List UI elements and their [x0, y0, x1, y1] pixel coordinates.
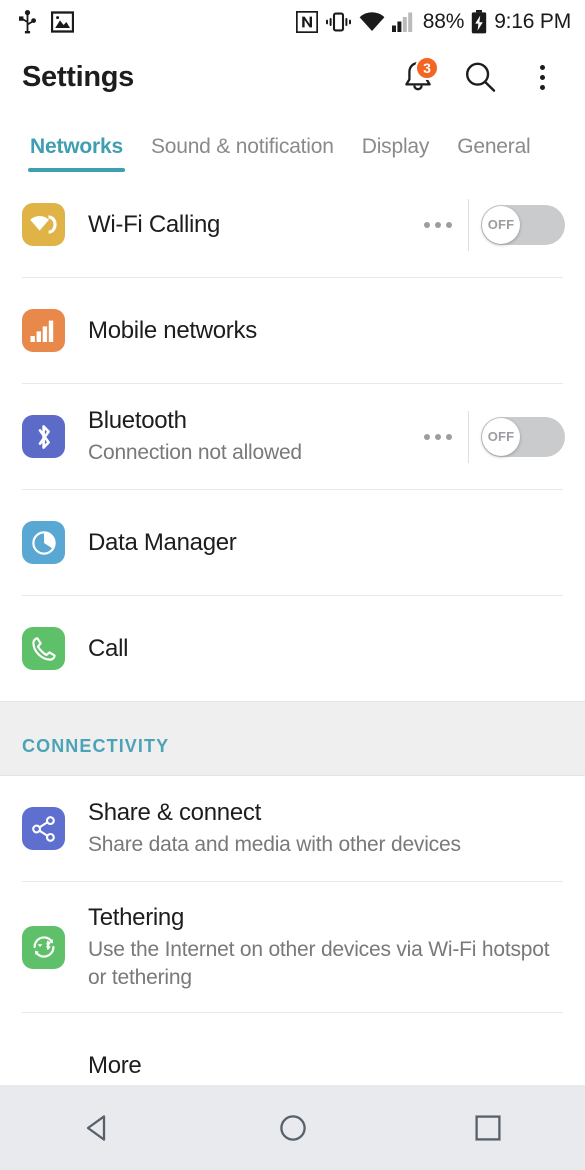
phone-screen: 88% 9:16 PM Settings 3 Networks Sound & …: [0, 0, 585, 1170]
toggle-knob: OFF: [482, 205, 520, 244]
notification-badge: 3: [415, 56, 439, 80]
bluetooth-icon: [22, 415, 65, 458]
battery-percent: 88%: [422, 10, 465, 33]
list-item-wifi-calling[interactable]: Wi-Fi Calling OFF: [0, 172, 585, 277]
notifications-button[interactable]: 3: [391, 50, 445, 104]
tab-sound-notification[interactable]: Sound & notification: [137, 135, 348, 172]
row-divider: [468, 198, 469, 251]
tab-label: Display: [361, 135, 430, 158]
list-item-text: Data Manager: [88, 528, 571, 558]
tab-display[interactable]: Display: [348, 135, 443, 172]
list-item-text: Tethering Use the Internet on other devi…: [88, 903, 571, 991]
list-item-title: Mobile networks: [88, 316, 257, 344]
toggle-knob: OFF: [482, 417, 520, 456]
share-connect-icon: [22, 807, 65, 850]
back-button[interactable]: [43, 1085, 153, 1170]
search-icon: [466, 62, 496, 92]
bluetooth-toggle[interactable]: OFF: [481, 416, 565, 457]
search-button[interactable]: [453, 50, 507, 104]
back-triangle-icon: [86, 1114, 105, 1141]
list-item-controls: OFF: [408, 198, 571, 251]
wifi-calling-toggle[interactable]: OFF: [481, 204, 565, 245]
status-bar-right: 88% 9:16 PM: [295, 10, 571, 34]
tab-label: Sound & notification: [150, 135, 334, 158]
list-item-text: Bluetooth Connection not allowed: [88, 406, 408, 466]
list-item-call[interactable]: Call: [0, 596, 585, 701]
tab-label: Networks: [30, 135, 123, 158]
tab-label: General: [457, 135, 531, 158]
list-item-text: Share & connect Share data and media wit…: [88, 798, 571, 858]
list-item-data-manager[interactable]: Data Manager: [0, 490, 585, 595]
settings-list: Wi-Fi Calling OFF Mobile networks Blueto…: [0, 172, 585, 701]
connectivity-list: Share & connect Share data and media wit…: [0, 776, 585, 1118]
list-item-controls: OFF: [408, 410, 571, 463]
recents-square-icon: [474, 1114, 501, 1141]
list-item-text: More: [88, 1051, 571, 1081]
list-item-title: Call: [88, 634, 129, 662]
page-title: Settings: [22, 60, 134, 93]
home-circle-icon: [279, 1114, 306, 1141]
list-item-title: Wi-Fi Calling: [88, 210, 221, 238]
overflow-menu-button[interactable]: [515, 50, 569, 104]
list-item-title: Share & connect: [88, 799, 261, 827]
row-overflow-menu-icon[interactable]: [408, 221, 468, 228]
section-label: CONNECTIVITY: [22, 736, 170, 756]
list-item-title: Tethering: [88, 904, 185, 932]
list-item-share-connect[interactable]: Share & connect Share data and media wit…: [0, 776, 585, 881]
list-item-text: Call: [88, 634, 571, 664]
list-item-subtitle: Use the Internet on other devices via Wi…: [88, 938, 550, 989]
list-item-bluetooth[interactable]: Bluetooth Connection not allowed OFF: [0, 384, 585, 489]
header-actions: 3: [391, 50, 569, 104]
list-item-title: More: [88, 1051, 142, 1079]
usb-icon: [18, 10, 37, 34]
section-header-connectivity: CONNECTIVITY: [0, 701, 585, 776]
list-item-mobile-networks[interactable]: Mobile networks: [0, 278, 585, 383]
status-bar-left: [18, 10, 74, 34]
list-item-subtitle: Share data and media with other devices: [88, 833, 461, 857]
overflow-menu-icon: [539, 64, 545, 90]
signal-icon: [391, 12, 416, 32]
tab-bar: Networks Sound & notification Display Ge…: [0, 110, 585, 176]
recents-button[interactable]: [433, 1085, 543, 1170]
mobile-networks-icon: [22, 309, 65, 352]
nfc-icon: [295, 11, 318, 33]
data-manager-icon: [22, 521, 65, 564]
system-navigation-bar: [0, 1085, 585, 1170]
list-item-text: Wi-Fi Calling: [88, 210, 408, 240]
list-item-text: Mobile networks: [88, 316, 571, 346]
clock: 9:16 PM: [494, 10, 571, 33]
photo-icon: [51, 11, 74, 33]
list-item-title: Bluetooth: [88, 407, 187, 435]
row-overflow-menu-icon[interactable]: [408, 433, 468, 440]
call-icon: [22, 627, 65, 670]
row-divider: [468, 410, 469, 463]
list-item-subtitle: Connection not allowed: [88, 441, 302, 465]
wifi-icon: [359, 12, 385, 32]
list-item-tethering[interactable]: Tethering Use the Internet on other devi…: [0, 882, 585, 1012]
wifi-calling-icon: [22, 203, 65, 246]
more-icon-placeholder: [22, 1044, 65, 1087]
tab-general[interactable]: General: [443, 135, 544, 172]
status-bar: 88% 9:16 PM: [0, 0, 585, 44]
app-header: Settings 3: [0, 44, 585, 110]
tab-networks[interactable]: Networks: [16, 135, 137, 172]
vibrate-icon: [325, 12, 352, 32]
tethering-icon: [22, 925, 65, 969]
home-button[interactable]: [238, 1085, 348, 1170]
battery-charging-icon: [471, 10, 487, 34]
list-item-title: Data Manager: [88, 528, 237, 556]
